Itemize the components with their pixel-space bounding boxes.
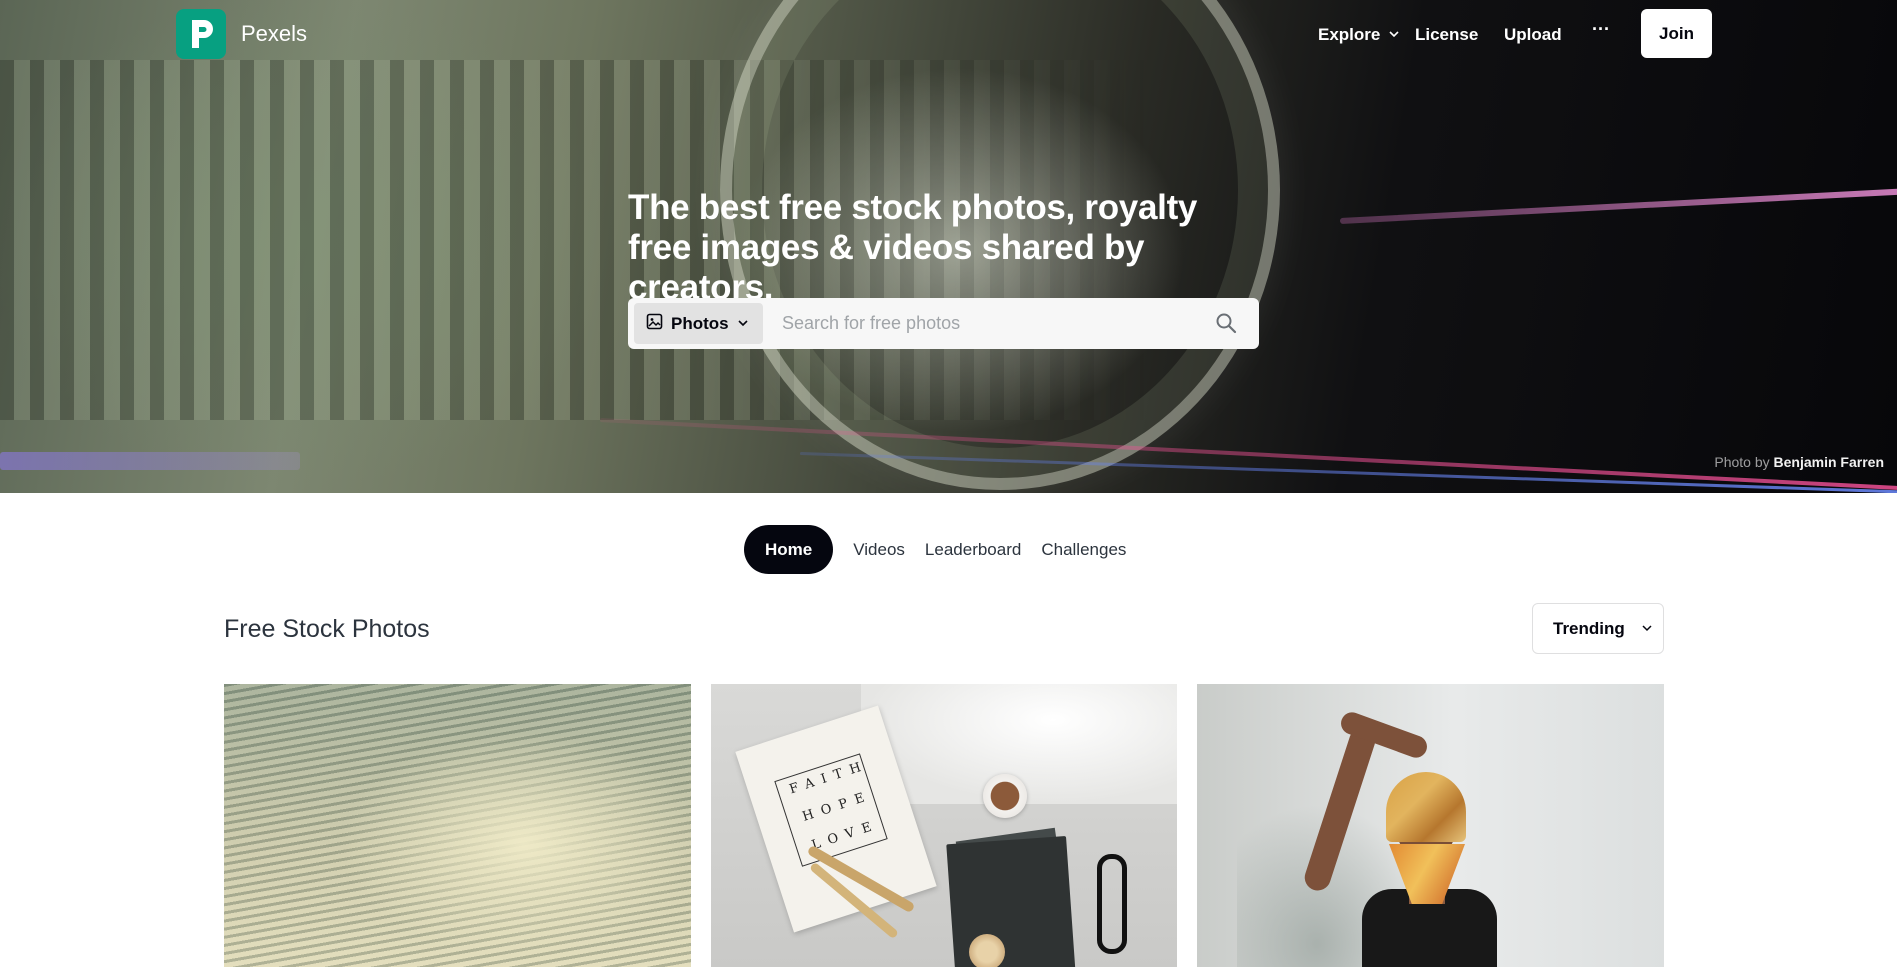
join-button[interactable]: Join (1641, 9, 1712, 58)
brand-name[interactable]: Pexels (241, 21, 307, 47)
photo-glasses (1097, 854, 1127, 954)
sort-dropdown[interactable]: Trending (1532, 603, 1664, 654)
explore-menu[interactable]: Explore (1318, 25, 1400, 45)
hero-light-trail (0, 452, 300, 470)
photo-credit-prefix: Photo by (1714, 454, 1770, 470)
tab-leaderboard[interactable]: Leaderboard (915, 525, 1031, 574)
photo-credit-author-link[interactable]: Benjamin Farren (1774, 454, 1884, 470)
photo-coffee-cup (983, 774, 1027, 818)
hero-light-trail (1339, 186, 1897, 224)
image-icon (646, 313, 663, 335)
search-type-dropdown[interactable]: Photos (634, 303, 763, 344)
hero-headline: The best free stock photos, royalty free… (628, 188, 1198, 307)
photo-card-flatlay[interactable]: FAITH HOPE LOVE (711, 684, 1177, 967)
photo-scarf (1386, 772, 1466, 842)
sort-label: Trending (1553, 618, 1625, 638)
photo-card-portrait[interactable] (1197, 684, 1664, 967)
section-title: Free Stock Photos (224, 615, 430, 643)
more-dots-icon[interactable]: ··· (1590, 18, 1612, 40)
tab-challenges[interactable]: Challenges (1031, 525, 1136, 574)
chevron-down-icon (1388, 25, 1400, 45)
photo-card-ocean[interactable] (224, 684, 691, 967)
chevron-down-icon (737, 314, 749, 334)
search-input[interactable] (782, 303, 1202, 344)
hero-light-trail (599, 418, 1897, 491)
license-link[interactable]: License (1415, 25, 1478, 45)
photo-wood-slice (969, 934, 1005, 967)
hero-banner: The best free stock photos, royalty free… (0, 0, 1897, 493)
search-type-label: Photos (671, 313, 729, 333)
tab-home[interactable]: Home (744, 525, 834, 574)
tab-videos[interactable]: Videos (843, 525, 915, 574)
search-icon[interactable] (1212, 309, 1240, 337)
explore-label: Explore (1318, 25, 1381, 44)
photo-book (946, 835, 1076, 967)
pexels-logo-icon[interactable] (176, 9, 226, 59)
chevron-down-icon (1641, 619, 1653, 639)
top-navigation: Pexels Explore License Upload ··· Join (0, 0, 1897, 68)
content-tabs: Home Videos Leaderboard Challenges (744, 525, 1136, 574)
photo-credit: Photo by Benjamin Farren (1714, 454, 1884, 470)
upload-link[interactable]: Upload (1504, 25, 1562, 45)
search-bar: Photos (628, 298, 1259, 349)
